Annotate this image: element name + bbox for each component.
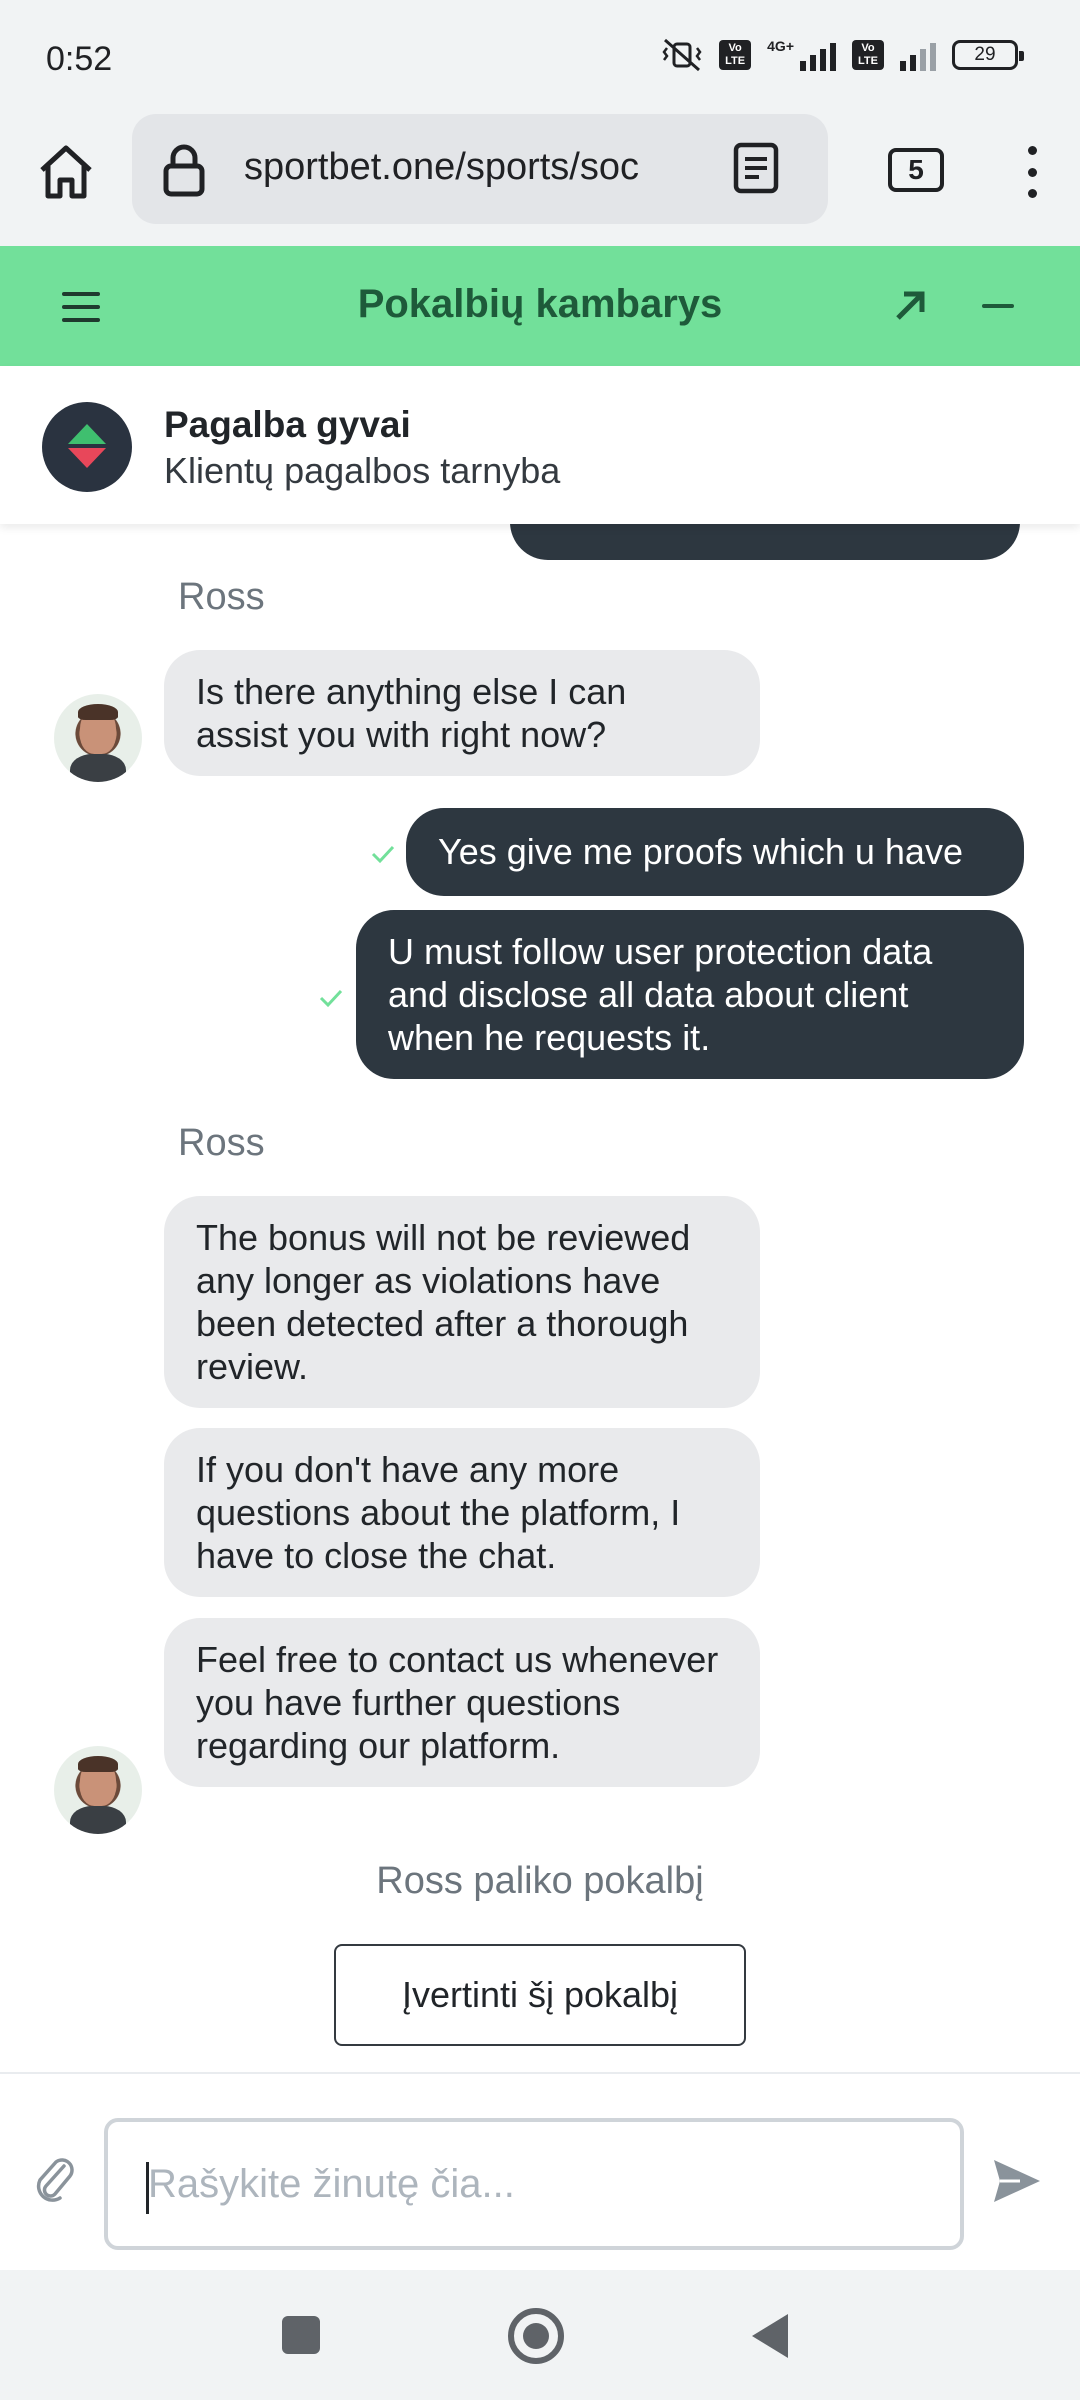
network-type: 4G+	[767, 38, 794, 54]
home-circle-icon[interactable]	[508, 2308, 564, 2364]
back-triangle-icon[interactable]	[752, 2314, 788, 2358]
minimize-icon[interactable]	[982, 304, 1014, 308]
message-composer	[0, 2072, 1080, 2270]
more-menu-icon[interactable]	[1012, 142, 1052, 202]
sender-name: Ross	[178, 1122, 265, 1164]
agent-name: Pagalba gyvai	[164, 404, 411, 445]
status-bar: 0:52 Vo LTE 4G+ Vo LTE 29	[0, 0, 1080, 110]
incoming-message: Feel free to contact us whenever you hav…	[164, 1618, 760, 1787]
agent-info: Pagalba gyvai Klientų pagalbos tarnyba	[0, 366, 1080, 524]
chat-messages[interactable]: Ross Is there anything else I can assist…	[0, 524, 1080, 2072]
incoming-message: Is there anything else I can assist you …	[164, 650, 760, 776]
browser-toolbar: sportbet.one/sports/soc 5	[0, 110, 1080, 246]
outgoing-message: Yes give me proofs which u have	[406, 808, 1024, 896]
outgoing-message: U must follow user protection data and d…	[356, 910, 1024, 1079]
agent-role: Klientų pagalbos tarnyba	[164, 450, 561, 491]
address-bar[interactable]: sportbet.one/sports/soc	[132, 114, 828, 224]
status-icons: Vo LTE 4G+ Vo LTE 29	[661, 38, 1024, 72]
text-caret	[146, 2162, 149, 2214]
agent-avatar	[54, 1746, 142, 1834]
volte-icon-2: Vo LTE	[852, 40, 884, 70]
recents-icon[interactable]	[282, 2316, 320, 2354]
reader-mode-icon[interactable]	[732, 142, 780, 194]
paperclip-icon[interactable]	[30, 2152, 76, 2202]
support-logo-icon	[42, 402, 132, 492]
system-nav-bar	[0, 2270, 1080, 2400]
message-input[interactable]	[104, 2118, 964, 2250]
system-message: Ross paliko pokalbį	[376, 1860, 704, 1902]
send-icon[interactable]	[990, 2156, 1044, 2206]
lock-icon[interactable]	[162, 144, 206, 198]
tabs-button[interactable]: 5	[888, 148, 944, 192]
sent-check-icon	[319, 989, 343, 1008]
outgoing-message-partial	[510, 524, 1020, 560]
agent-avatar	[54, 694, 142, 782]
status-time: 0:52	[46, 40, 113, 78]
home-icon[interactable]	[34, 140, 98, 204]
signal-weak-icon	[900, 39, 936, 71]
signal-strong-icon	[800, 39, 836, 71]
rate-chat-button[interactable]: Įvertinti šį pokalbį	[334, 1944, 746, 2046]
volte-icon: Vo LTE	[719, 40, 752, 70]
chat-header: Pokalbių kambarys	[0, 246, 1080, 366]
battery-icon: 29	[952, 40, 1024, 70]
incoming-message: The bonus will not be reviewed any longe…	[164, 1196, 760, 1408]
url-text[interactable]: sportbet.one/sports/soc	[244, 146, 684, 189]
sent-check-icon	[371, 845, 395, 864]
incoming-message: If you don't have any more questions abo…	[164, 1428, 760, 1597]
sender-name: Ross	[178, 576, 265, 618]
vibrate-mute-icon	[662, 38, 702, 72]
popout-arrow-icon[interactable]	[890, 286, 930, 326]
